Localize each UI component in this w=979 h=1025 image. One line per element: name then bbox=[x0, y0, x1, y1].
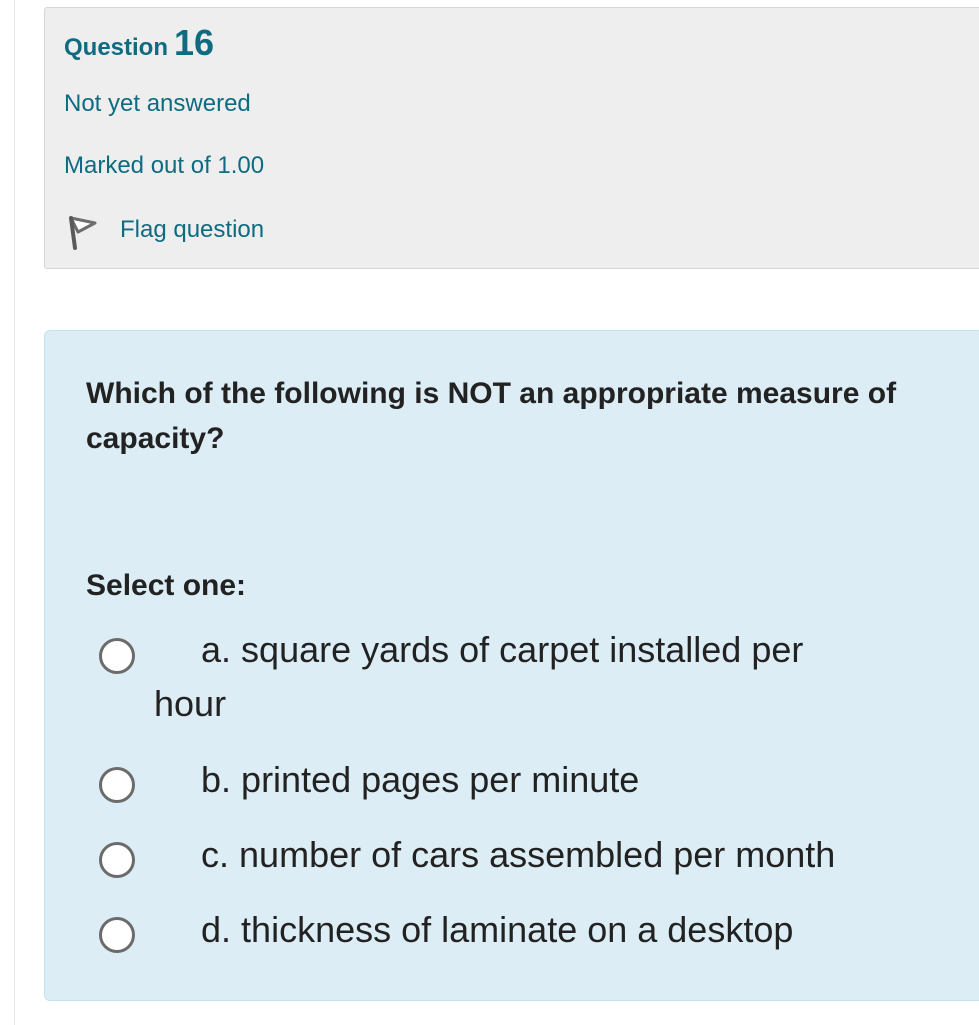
question-number: 16 bbox=[174, 22, 215, 63]
answer-prompt: Select one: bbox=[86, 569, 247, 602]
option-c-label[interactable]: c. number of cars assembled per month bbox=[201, 828, 835, 882]
option-a-text: square yards of carpet installed per bbox=[241, 629, 804, 670]
question-word: Question bbox=[64, 34, 169, 61]
question-text: Which of the following is NOT an appropr… bbox=[86, 377, 897, 455]
question-info-panel: Question 16 Not yet answered Marked out o… bbox=[44, 7, 979, 269]
option-d-label[interactable]: d. thickness of laminate on a desktop bbox=[201, 903, 793, 957]
question-formulation: Which of the following is NOT an appropr… bbox=[44, 330, 979, 1001]
option-c-letter: c. bbox=[201, 834, 230, 875]
quiz-page: Question 16 Not yet answered Marked out o… bbox=[0, 0, 979, 1025]
option-a-label[interactable]: a. square yards of carpet installed per bbox=[201, 623, 803, 677]
option-c-radio[interactable] bbox=[99, 842, 135, 878]
option-b-radio[interactable] bbox=[99, 767, 135, 803]
option-a-radio[interactable] bbox=[99, 638, 135, 674]
option-d-radio[interactable] bbox=[99, 917, 135, 953]
question-state: Not yet answered bbox=[64, 90, 251, 117]
option-a-text-continued[interactable]: hour bbox=[154, 677, 226, 731]
flag-icon bbox=[64, 210, 100, 250]
left-divider bbox=[14, 0, 15, 1025]
option-b-label[interactable]: b. printed pages per minute bbox=[201, 753, 639, 807]
option-b-letter: b. bbox=[201, 759, 232, 800]
option-a-letter: a. bbox=[201, 629, 232, 670]
option-c-text: number of cars assembled per month bbox=[239, 834, 836, 875]
option-d-letter: d. bbox=[201, 909, 232, 950]
question-grade: Marked out of 1.00 bbox=[64, 152, 265, 179]
flag-question-label[interactable]: Flag question bbox=[120, 216, 264, 244]
flag-question-button[interactable]: Flag question bbox=[64, 208, 264, 252]
question-heading: Question 16 bbox=[64, 22, 214, 64]
option-b-text: printed pages per minute bbox=[241, 759, 640, 800]
option-d-text: thickness of laminate on a desktop bbox=[241, 909, 794, 950]
